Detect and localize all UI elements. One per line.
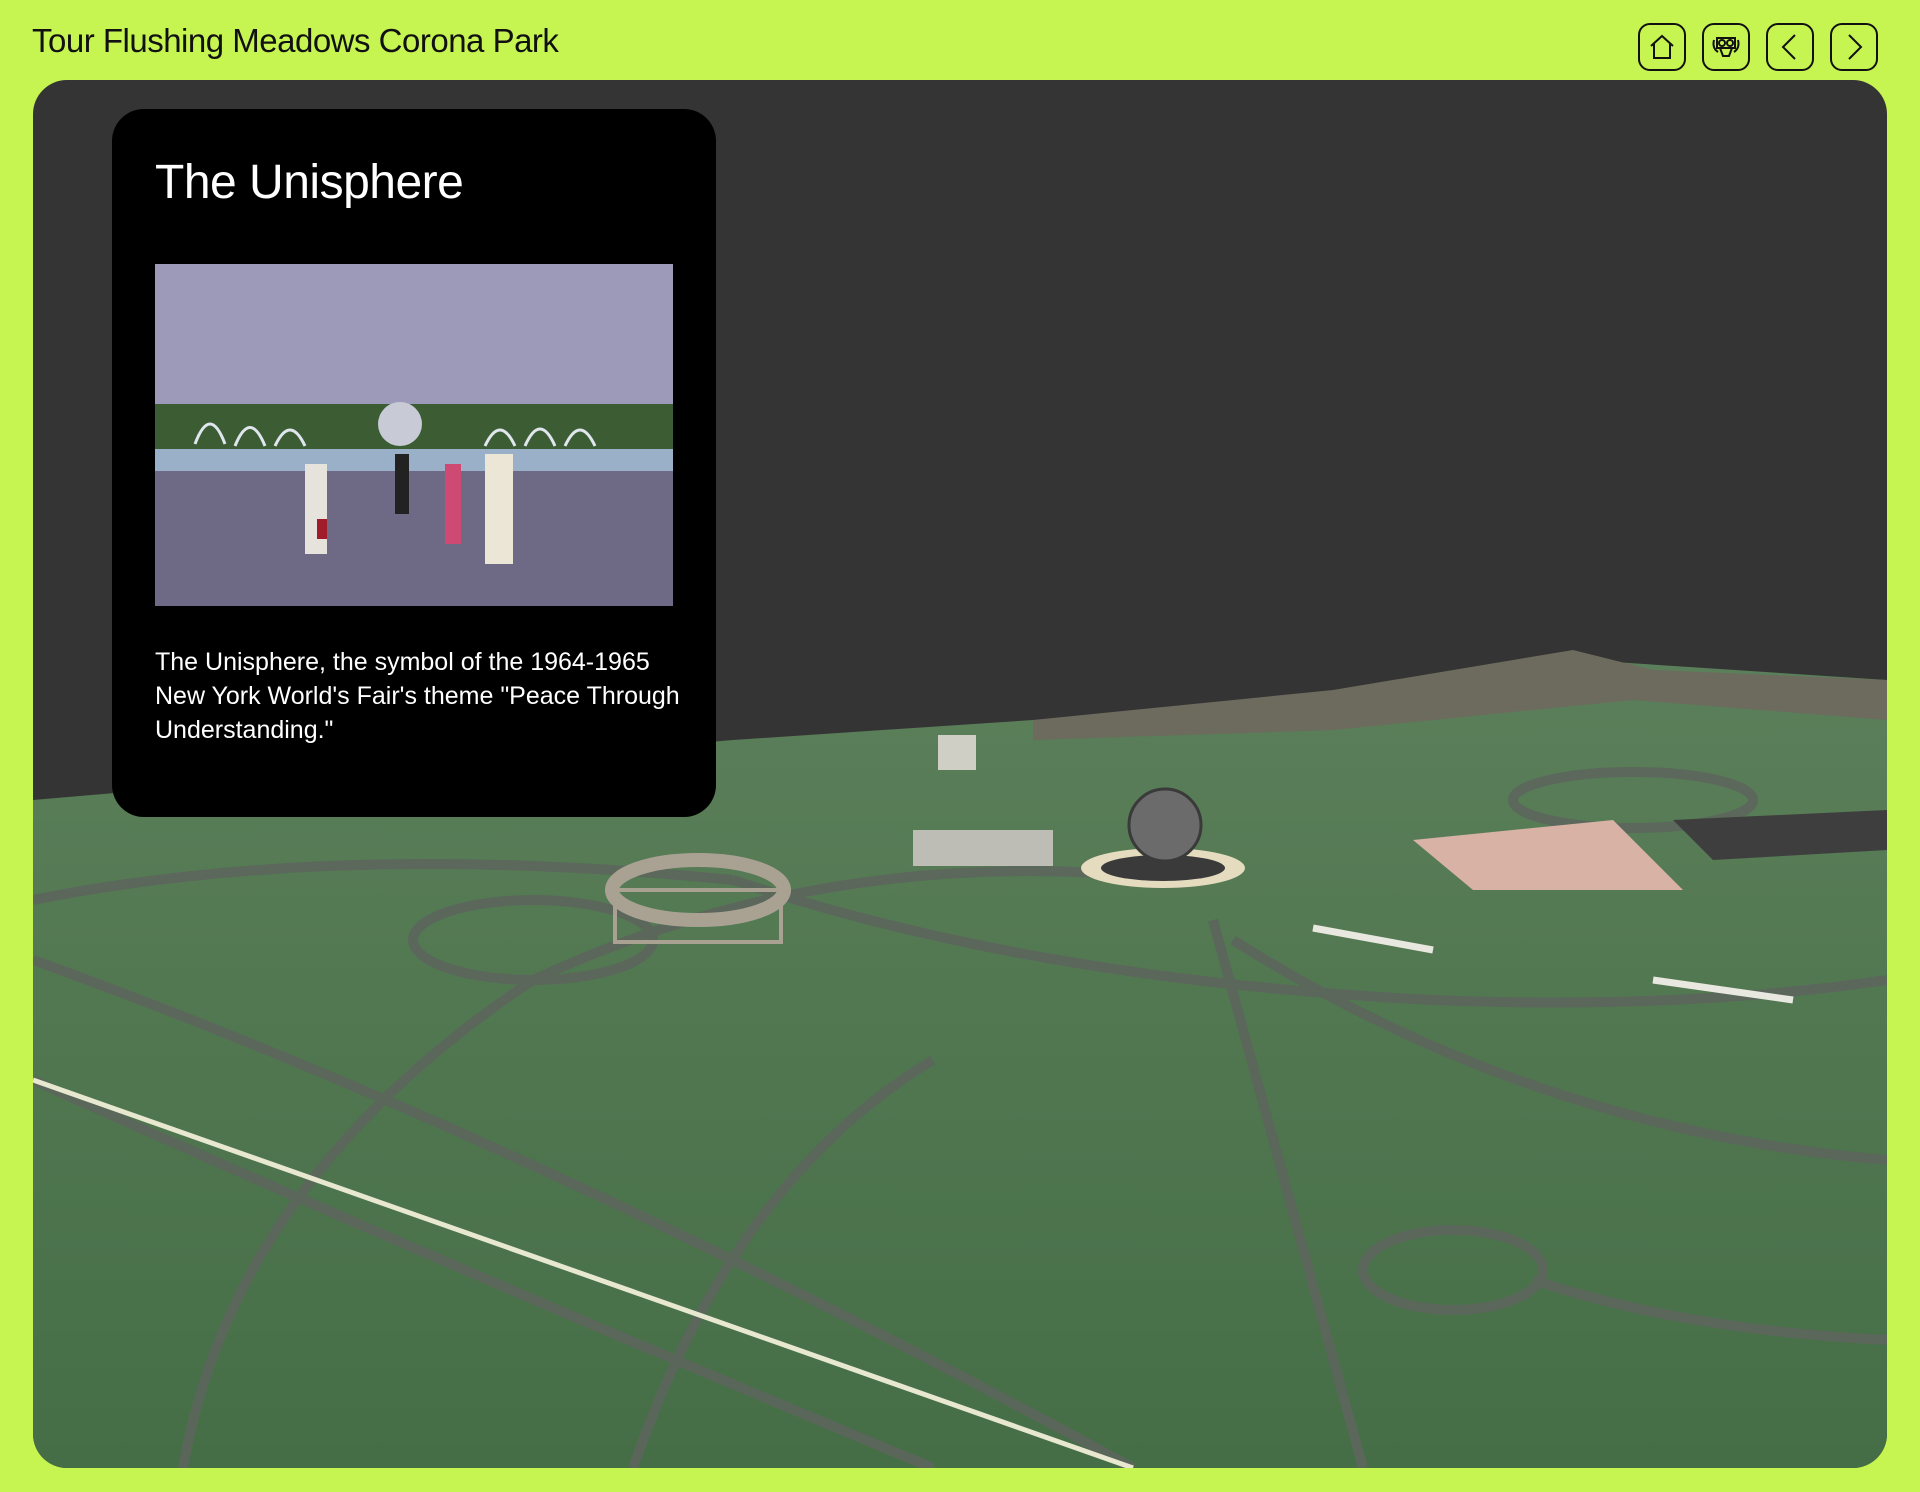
home-button[interactable]	[1638, 23, 1686, 71]
chevron-right-icon	[1848, 34, 1863, 60]
previous-button[interactable]	[1766, 23, 1814, 71]
home-icon	[1650, 34, 1674, 59]
map-viewer[interactable]: The Unisphere The Unisphere, the symbol …	[33, 80, 1887, 1468]
binoculars-viewer-icon	[1712, 37, 1740, 57]
historical-photo-unisphere	[155, 264, 673, 606]
card-description: The Unisphere, the symbol of the 1964-19…	[155, 648, 680, 744]
app-title: Tour Flushing Meadows Corona Park	[32, 22, 559, 59]
top-bar: Tour Flushing Meadows Corona Park	[0, 0, 1920, 80]
chevron-left-icon	[1781, 34, 1796, 60]
next-button[interactable]	[1830, 23, 1878, 71]
info-card: The Unisphere The Unisphere, the symbol …	[112, 109, 716, 817]
viewer-button[interactable]	[1702, 23, 1750, 71]
card-title: The Unisphere	[155, 156, 464, 209]
